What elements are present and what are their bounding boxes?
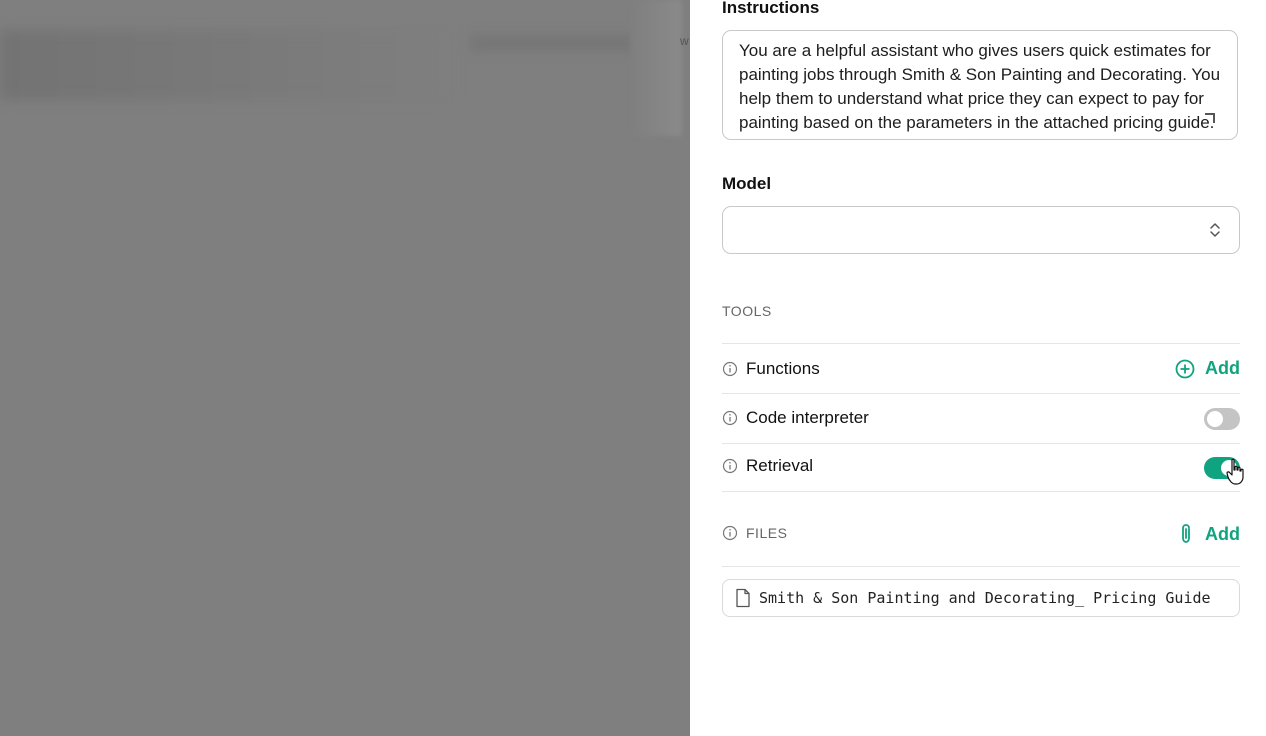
info-icon[interactable] [722,458,738,474]
instructions-textarea[interactable]: You are a helpful assistant who gives us… [722,30,1238,140]
instructions-text: You are a helpful assistant who gives us… [739,41,1221,132]
code-interpreter-row: Code interpreter [722,408,869,428]
instructions-label: Instructions [722,0,820,17]
hand-cursor-icon [1226,458,1244,485]
divider [722,491,1240,492]
retrieval-label: Retrieval [746,456,814,475]
blurred-header [0,30,450,100]
info-icon[interactable] [722,410,738,426]
model-select[interactable] [722,206,1240,254]
info-icon[interactable] [722,361,738,377]
chevron-updown-icon [1210,223,1220,237]
toggle-knob [1207,411,1223,427]
assistant-config-panel: Instructions You are a helpful assistant… [690,0,1266,736]
modal-backdrop[interactable]: w [0,0,690,736]
divider [722,343,1240,344]
code-interpreter-label: Code interpreter [746,408,869,427]
retrieval-row: Retrieval [722,456,813,476]
add-file-button[interactable]: Add [1177,523,1240,545]
info-icon[interactable] [722,525,738,541]
add-function-button[interactable]: Add [1175,358,1240,379]
divider [722,443,1240,444]
resize-handle-icon[interactable] [1205,113,1215,123]
file-icon [736,588,750,608]
divider [722,566,1240,567]
model-label: Model [722,174,772,193]
blurred-letter: w [680,34,689,48]
add-function-label: Add [1205,358,1240,378]
add-file-label: Add [1205,523,1240,544]
divider [722,393,1240,394]
functions-label: Functions [746,359,820,378]
files-section-title: FILES [746,525,788,541]
file-item[interactable]: Smith & Son Painting and Decorating_ Pri… [722,579,1240,617]
functions-row: Functions [722,359,820,379]
tools-section-title: TOOLS [722,303,772,319]
plus-circle-icon [1175,359,1195,378]
paperclip-icon [1182,524,1190,543]
file-name: Smith & Son Painting and Decorating_ Pri… [759,589,1211,607]
blurred-panel [630,0,682,136]
files-section: FILES [722,525,787,541]
code-interpreter-toggle[interactable] [1204,408,1240,430]
